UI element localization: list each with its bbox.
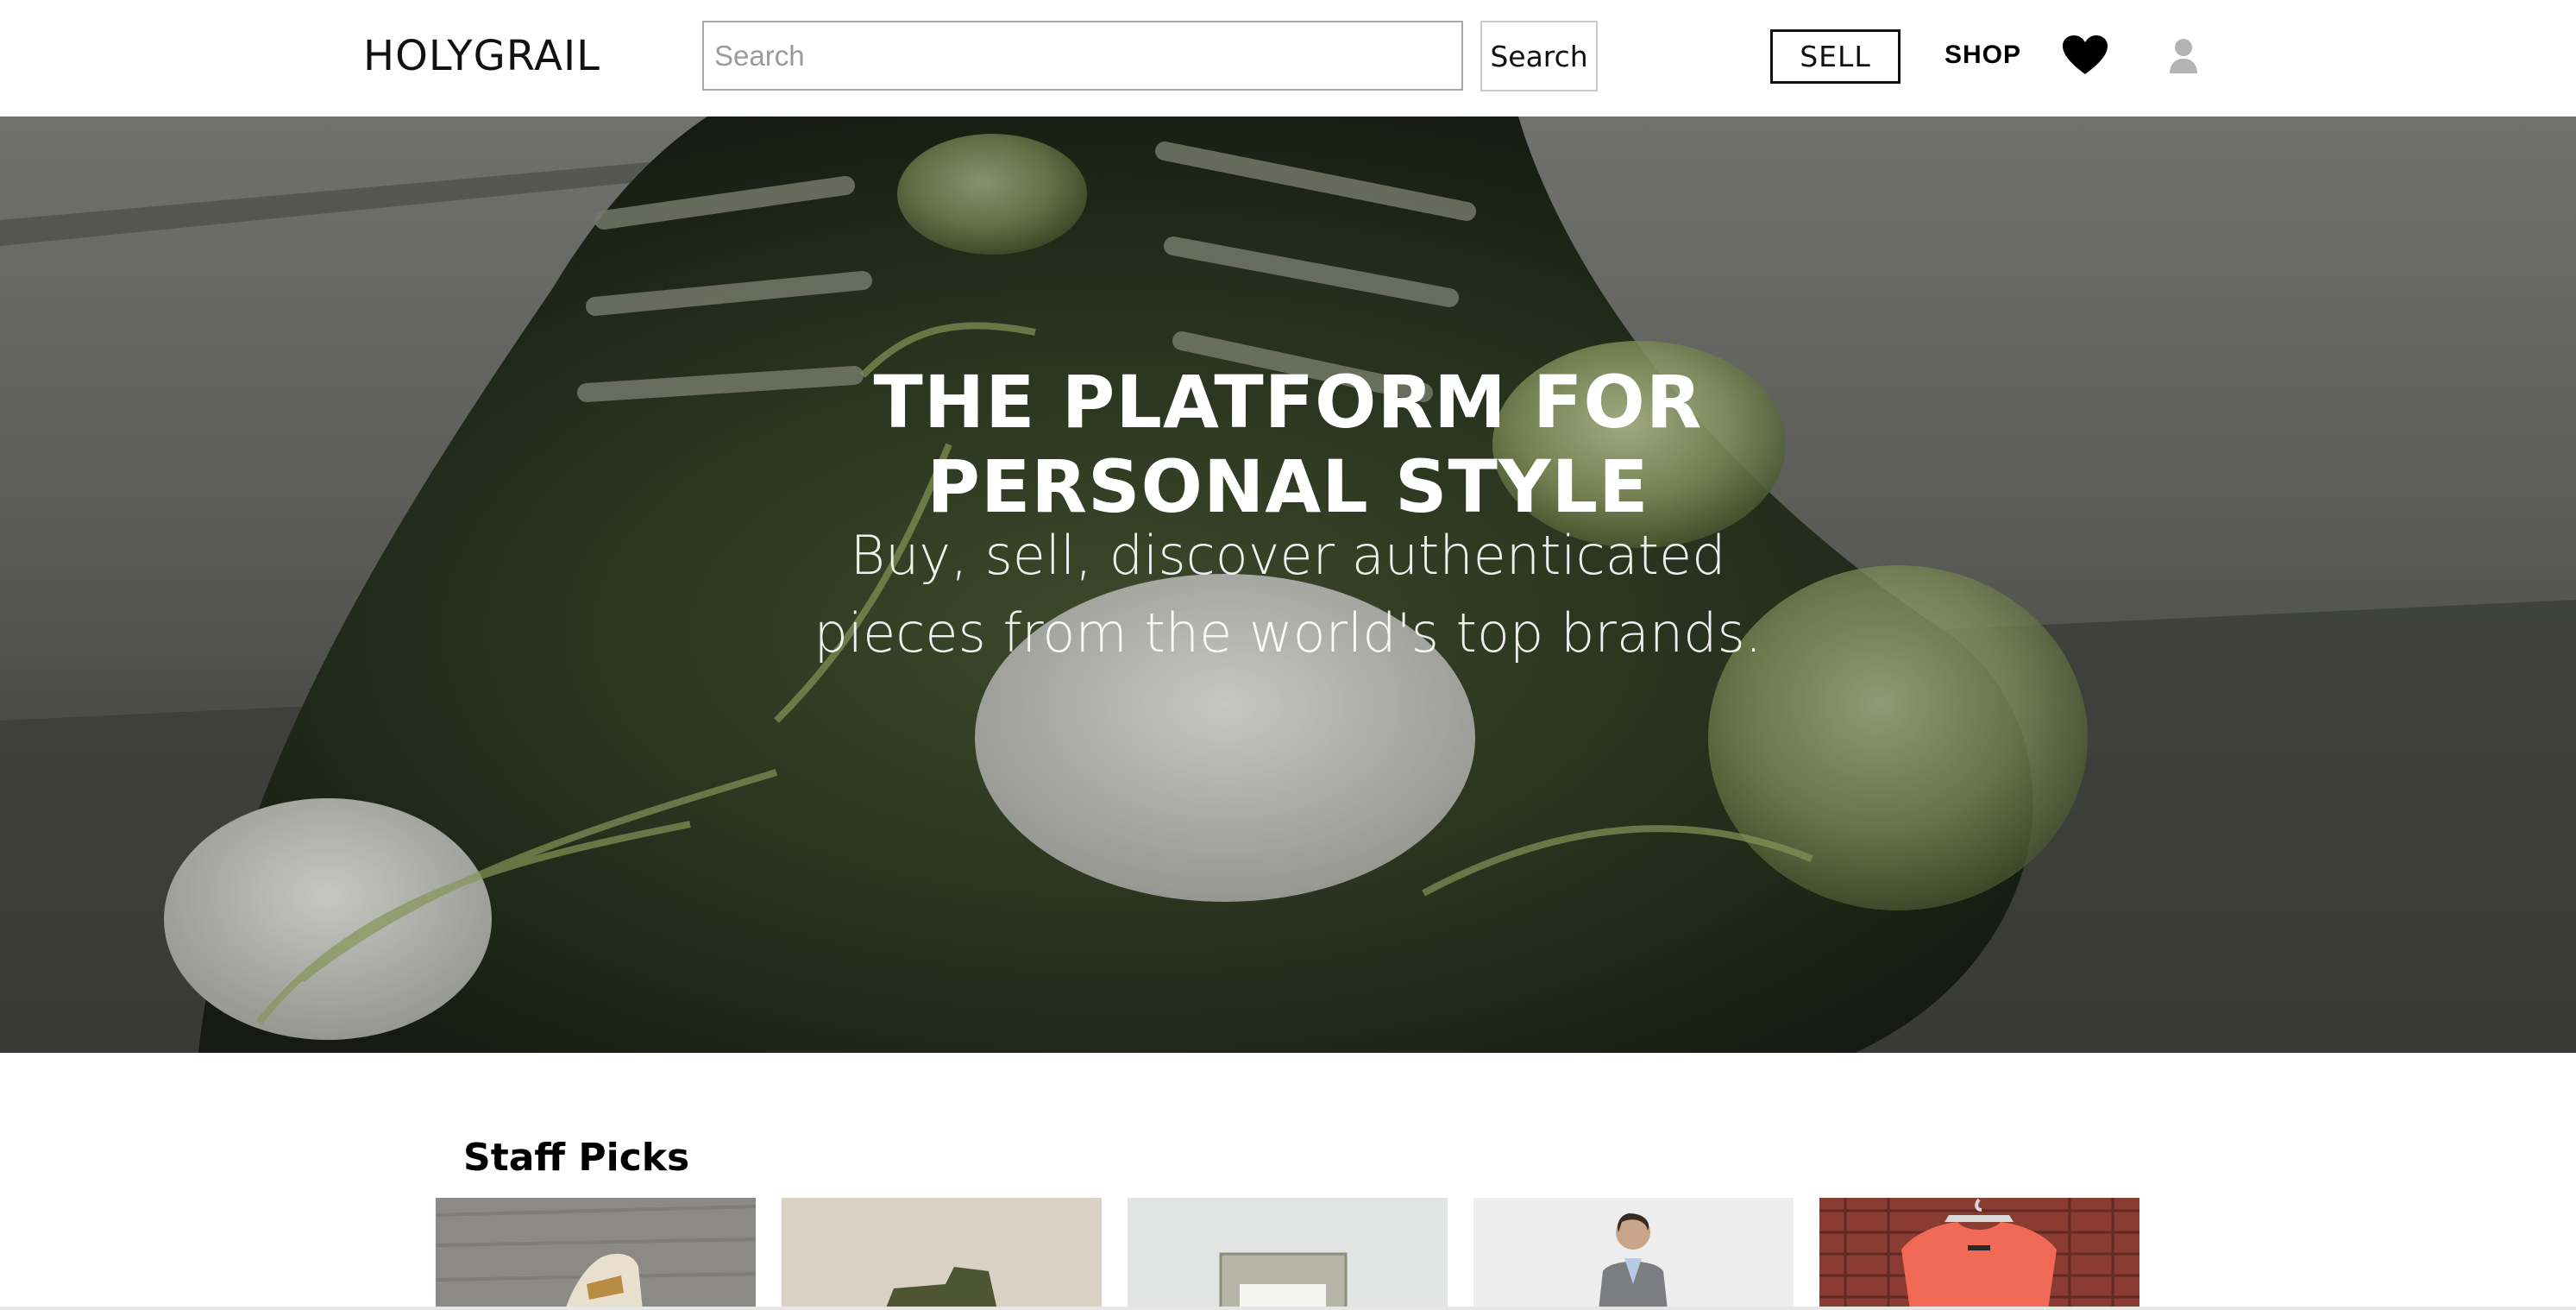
site-logo[interactable]: HOLYGRAIL: [363, 31, 600, 81]
hero-subtitle: Buy, sell, discover authenticated pieces…: [814, 524, 1762, 664]
search-button[interactable]: Search: [1480, 21, 1598, 91]
product-card[interactable]: [1128, 1198, 1448, 1310]
product-card[interactable]: [1473, 1198, 1794, 1310]
search-input[interactable]: [702, 21, 1463, 91]
user-icon[interactable]: [2169, 38, 2198, 74]
product-card[interactable]: [1819, 1198, 2139, 1310]
bottom-divider: [0, 1307, 2576, 1310]
shop-link[interactable]: SHOP: [1945, 38, 2021, 72]
product-image: [1128, 1198, 1448, 1310]
product-card[interactable]: [782, 1198, 1102, 1310]
hero-title: THE PLATFORM FOR PERSONAL STYLE: [873, 360, 1703, 529]
product-image: [1819, 1198, 2139, 1310]
hero-banner: THE PLATFORM FOR PERSONAL STYLE Buy, sel…: [0, 117, 2576, 1053]
heart-icon[interactable]: [2062, 35, 2108, 76]
site-header: HOLYGRAIL Search SELL SHOP: [0, 0, 2576, 117]
product-image: [782, 1198, 1102, 1310]
staff-picks-title: Staff Picks: [463, 1136, 690, 1180]
product-image: [1473, 1198, 1794, 1310]
product-card[interactable]: [436, 1198, 756, 1310]
page: HOLYGRAIL Search SELL SHOP: [0, 0, 2576, 1310]
sell-button[interactable]: SELL: [1770, 29, 1901, 84]
product-image: [436, 1198, 756, 1310]
